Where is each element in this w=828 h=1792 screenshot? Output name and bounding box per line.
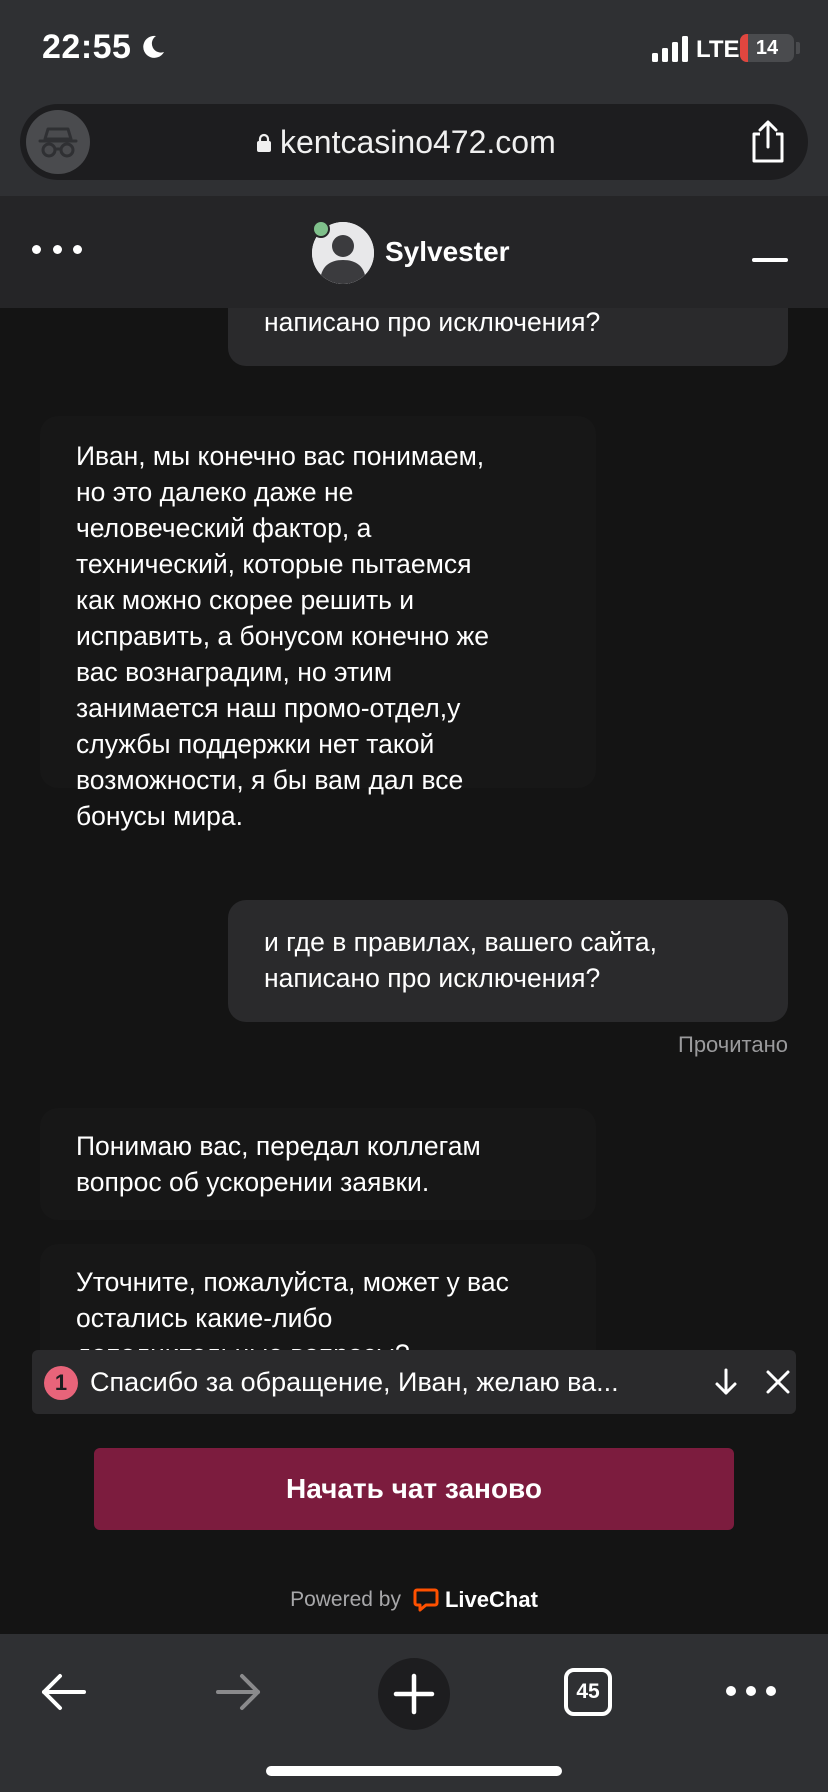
message-line: службы поддержки нет такой [76, 729, 435, 759]
message-incoming: Понимаю вас, передал коллегам вопрос об … [40, 1108, 596, 1220]
network-type: LTE [696, 36, 740, 63]
lock-icon [257, 133, 271, 152]
new-tab-button[interactable] [378, 1658, 450, 1730]
chat-messages[interactable]: написано про исключения? Иван, мы конечн… [0, 308, 828, 1634]
browser-address-area: kentcasino472.com [0, 96, 828, 196]
message-line: вопрос об ускорении заявки. [76, 1167, 430, 1197]
url-text: kentcasino472.com [280, 123, 556, 160]
dot [52, 244, 62, 254]
message-text: написано про исключения? [264, 308, 601, 337]
message-incoming: Иван, мы конечно вас понимаем, но это да… [40, 416, 596, 831]
more-dots-icon[interactable] [726, 1676, 776, 1706]
share-button[interactable] [740, 114, 796, 170]
restart-chat-button[interactable]: Начать чат заново [94, 1448, 734, 1530]
address-bar[interactable]: kentcasino472.com [20, 104, 808, 180]
incognito-button[interactable] [26, 110, 90, 174]
new-message-notification[interactable]: 1 Спасибо за обращение, Иван, желаю ва..… [32, 1350, 796, 1414]
livechat-logo-icon [413, 1588, 439, 1612]
incognito-icon [38, 127, 78, 158]
notification-preview-text[interactable]: Спасибо за обращение, Иван, желаю ва... [90, 1350, 690, 1414]
message-line: но это далеко даже не [76, 477, 354, 507]
powered-by-label: Powered by [290, 1588, 401, 1611]
message-line: возможности, я бы вам дал все [76, 765, 464, 795]
chat-header: Sylvester [0, 196, 828, 308]
forward-arrow-icon[interactable] [208, 1662, 268, 1722]
signal-icon [652, 36, 688, 62]
tabs-icon[interactable]: 45 [564, 1668, 612, 1716]
dot [746, 1686, 756, 1696]
dot [766, 1686, 776, 1696]
arrow-down-icon[interactable] [708, 1364, 744, 1400]
powered-by[interactable]: Powered by LiveChat [0, 1582, 828, 1618]
dot [32, 244, 41, 254]
message-line: и где в правилах, вашего сайта, [264, 927, 657, 957]
unread-count-badge: 1 [44, 1366, 78, 1400]
dot [726, 1686, 736, 1696]
message-line: бонусы мира. [76, 801, 244, 831]
battery-level: 14 [755, 37, 779, 59]
message-outgoing: и где в правилах, вашего сайта, написано… [228, 900, 788, 1022]
minimize-button[interactable] [752, 258, 788, 262]
message-line: человеческий фактор, а [76, 513, 372, 543]
online-status-dot [312, 220, 330, 238]
moon-icon [143, 35, 164, 58]
message-line: Иван, мы конечно вас понимаем, [76, 441, 485, 471]
share-icon [752, 120, 784, 163]
status-bar: 22:55 LTE 14 [0, 0, 828, 96]
home-indicator[interactable] [266, 1766, 562, 1776]
message-outgoing: написано про исключения? [228, 308, 788, 366]
battery-charging-icon: 14 [740, 34, 794, 62]
message-line: написано про исключения? [264, 963, 601, 993]
close-icon[interactable] [760, 1364, 796, 1400]
message-line: вас вознаградим, но этим [76, 657, 393, 687]
plus-icon [393, 1673, 435, 1715]
status-time: 22:55 [42, 28, 132, 66]
chat-menu-button[interactable] [32, 234, 82, 264]
read-status: Прочитано [678, 1032, 788, 1057]
url-display[interactable]: kentcasino472.com [256, 104, 556, 180]
message-line: занимается наш промо-отдел,у [76, 693, 461, 723]
message-line: исправить, а бонусом конечно же [76, 621, 490, 651]
message-line: как можно скорее решить и [76, 585, 415, 615]
message-line: технический, которые пытаемся [76, 549, 472, 579]
back-arrow-icon[interactable] [34, 1662, 94, 1722]
message-line: остались какие-либо [76, 1303, 333, 1333]
message-line: Уточните, пожалуйста, может у вас [76, 1267, 509, 1297]
message-line: Понимаю вас, передал коллегам [76, 1131, 481, 1161]
agent-name: Sylvester [385, 236, 510, 267]
livechat-brand: LiveChat [444, 1587, 538, 1612]
dot [73, 244, 82, 254]
battery-nub [796, 42, 800, 54]
